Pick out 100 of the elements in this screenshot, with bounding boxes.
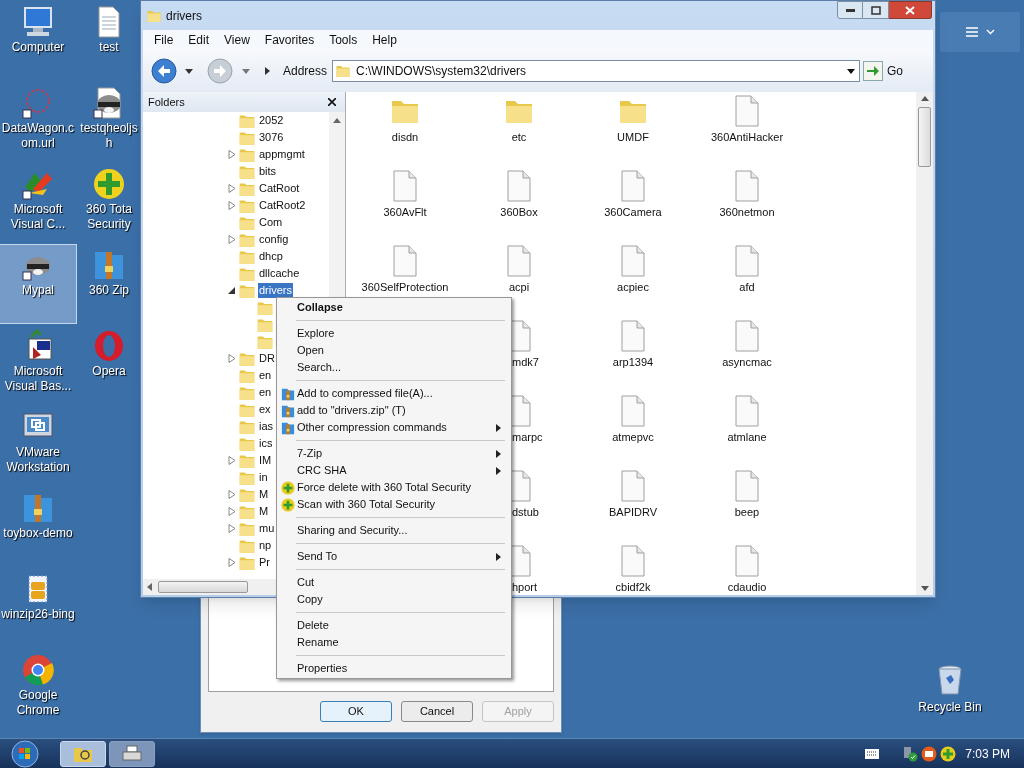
menu-item[interactable]: Scan with 360 Total Security — [279, 496, 509, 513]
start-button[interactable] — [10, 739, 40, 768]
file-name[interactable]: 360AntiHacker — [710, 130, 784, 144]
close-icon[interactable] — [328, 98, 336, 106]
expand-triangle-icon[interactable] — [227, 490, 236, 499]
tree-item[interactable]: DR — [258, 351, 276, 366]
file-name[interactable]: afd — [739, 280, 755, 294]
desktop-icon[interactable]: 360 Tota Security — [78, 164, 140, 242]
expand-triangle-icon[interactable] — [227, 150, 236, 159]
expand-triangle-icon[interactable] — [227, 235, 236, 244]
menu-item[interactable]: CRC SHA — [279, 462, 509, 479]
dialog-button[interactable]: Cancel — [401, 701, 473, 722]
expand-triangle-icon[interactable] — [227, 507, 236, 516]
scroll-left-icon[interactable] — [147, 583, 152, 591]
tree-item[interactable]: 3076 — [258, 130, 285, 145]
menu-widget[interactable] — [940, 12, 1020, 52]
scrollbar-thumb[interactable] — [158, 581, 248, 593]
maximize-button[interactable] — [863, 1, 889, 19]
envelope-badge-icon[interactable] — [921, 745, 938, 762]
expand-triangle-icon[interactable] — [227, 184, 236, 193]
desktop-icon[interactable]: DataWagon.com.url — [0, 83, 76, 161]
tree-item[interactable]: bits — [258, 164, 278, 179]
minimize-button[interactable] — [837, 1, 863, 19]
desktop-icon[interactable]: testqheoljsh — [78, 83, 140, 161]
file-name[interactable]: etc — [511, 130, 527, 144]
keyboard-icon[interactable] — [865, 748, 880, 759]
file-name[interactable]: cbidf2k — [615, 580, 651, 594]
menu-item[interactable]: Search... — [279, 359, 509, 376]
expanded-triangle-icon[interactable] — [227, 286, 236, 295]
desktop-icon[interactable]: Opera — [78, 326, 140, 404]
desktop-icon[interactable]: toybox-demo — [0, 488, 76, 566]
menu-item[interactable]: Rename — [279, 634, 509, 651]
vertical-scrollbar[interactable] — [916, 92, 933, 595]
scroll-up-icon[interactable] — [920, 96, 929, 101]
file-name[interactable]: cdaudio — [727, 580, 767, 594]
menu-item[interactable]: Add to compressed file(A)... — [279, 385, 509, 402]
tree-item[interactable]: Pr — [258, 555, 271, 570]
desktop-icon[interactable]: Google Chrome — [0, 650, 76, 728]
menu-bar-item[interactable]: Help — [365, 31, 404, 49]
menu-item[interactable]: add to "drivers.zip" (T) — [279, 402, 509, 419]
menu-item[interactable]: Sharing and Security... — [279, 522, 509, 539]
address-field[interactable]: C:\WINDOWS\system32\drivers — [332, 60, 861, 82]
menu-item[interactable]: Explore — [279, 325, 509, 342]
scroll-down-icon[interactable] — [920, 586, 929, 591]
taskbar-button[interactable] — [60, 740, 106, 767]
tree-item[interactable]: mu — [258, 521, 276, 536]
close-button[interactable] — [889, 1, 932, 19]
tree-item[interactable]: M — [258, 487, 270, 502]
tree-item[interactable]: IM — [258, 453, 273, 468]
tree-item[interactable]: en — [258, 385, 273, 400]
file-name[interactable]: 360Camera — [604, 205, 662, 219]
menu-item[interactable]: Collapse — [279, 299, 509, 316]
scroll-up-icon[interactable] — [333, 118, 341, 123]
file-name[interactable]: 360netmon — [719, 205, 775, 219]
file-name[interactable]: atmlane — [727, 430, 767, 444]
usb-check-icon[interactable] — [902, 745, 919, 762]
desktop-icon[interactable]: VMware Workstation — [0, 407, 76, 485]
file-name[interactable]: acpiec — [617, 280, 649, 294]
menu-item[interactable]: Cut — [279, 574, 509, 591]
expand-triangle-icon[interactable] — [227, 456, 236, 465]
file-name[interactable]: 360SelfProtection — [361, 280, 449, 294]
dropdown-caret-icon[interactable] — [185, 68, 193, 74]
expand-triangle-icon[interactable] — [227, 201, 236, 210]
tree-item[interactable]: dhcp — [258, 249, 284, 264]
menu-item[interactable]: Copy — [279, 591, 509, 608]
menu-item[interactable]: Send To — [279, 548, 509, 565]
dialog-button[interactable]: OK — [320, 701, 392, 722]
file-name[interactable]: acpi — [508, 280, 530, 294]
file-name[interactable]: beep — [734, 505, 760, 519]
tree-item[interactable]: np — [258, 538, 273, 553]
desktop-icon[interactable]: Recycle Bin — [912, 664, 988, 716]
file-name[interactable]: asyncmac — [722, 355, 772, 369]
file-name[interactable]: atmepvc — [612, 430, 654, 444]
menu-bar-item[interactable]: File — [147, 31, 181, 49]
menu-bar-item[interactable]: Edit — [181, 31, 217, 49]
scrollbar-thumb[interactable] — [918, 107, 931, 167]
tree-item[interactable]: appmgmt — [258, 147, 306, 162]
file-name[interactable]: BAPIDRV — [608, 505, 658, 519]
menu-bar-item[interactable]: View — [217, 31, 257, 49]
go-button[interactable]: Go — [863, 61, 904, 81]
tree-item[interactable]: CatRoot — [258, 181, 301, 196]
chevron-right-icon[interactable] — [265, 67, 270, 75]
desktop-icon[interactable]: Microsoft Visual C... — [0, 164, 76, 242]
desktop-icon[interactable]: test — [78, 2, 140, 80]
tree-item[interactable]: Com — [258, 215, 284, 230]
menu-item[interactable]: Force delete with 360 Total Security — [279, 479, 509, 496]
menu-item[interactable]: 7-Zip — [279, 445, 509, 462]
menu-item[interactable]: Properties — [279, 660, 509, 677]
tree-item[interactable]: 2052 — [258, 113, 285, 128]
tree-item[interactable]: ias — [258, 419, 275, 434]
tree-item[interactable]: M — [258, 504, 270, 519]
taskbar-button[interactable] — [109, 740, 155, 767]
tree-item[interactable]: dllcache — [258, 266, 301, 281]
dropdown-caret-icon[interactable] — [847, 68, 856, 74]
desktop-icon[interactable]: Computer — [0, 2, 76, 80]
menu-item[interactable]: Open — [279, 342, 509, 359]
tree-item[interactable]: ex — [258, 402, 272, 417]
tree-item[interactable]: ics — [258, 436, 274, 451]
file-name[interactable]: 360Box — [500, 205, 538, 219]
desktop-icon[interactable]: Microsoft Visual Bas... — [0, 326, 76, 404]
